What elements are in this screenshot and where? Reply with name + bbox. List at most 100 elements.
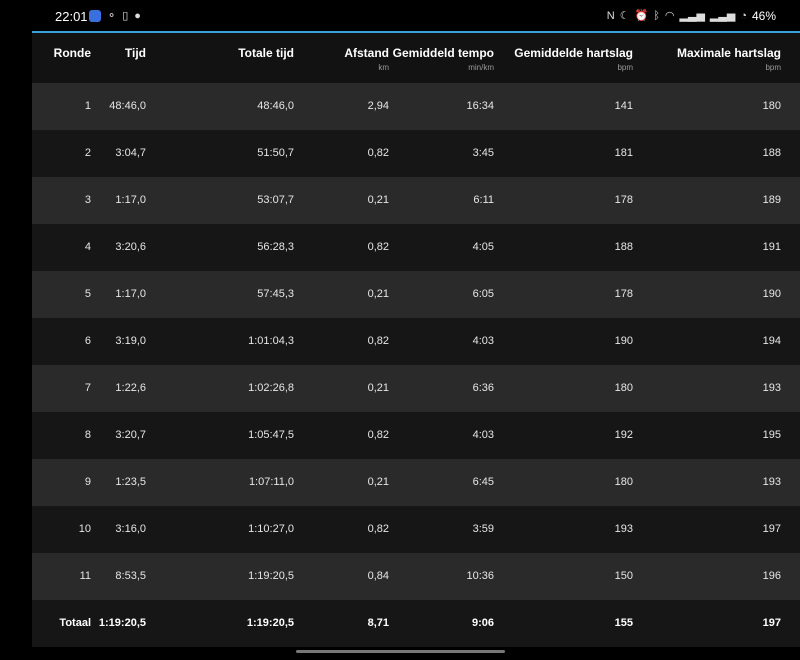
column-header-gemiddeld-tempo: Gemiddeld tempo (392, 46, 494, 60)
cell-maximale-hartslag: 193 (762, 476, 781, 488)
cell-tijd: 1:17,0 (115, 288, 146, 300)
cell-afstand: 0,82 (367, 147, 389, 159)
cell-gemiddeld-tempo: 6:05 (472, 288, 494, 300)
status-time: 22:01 (55, 9, 88, 24)
cell-totale-tijd: 1:01:04,3 (248, 335, 294, 347)
cell-ronde: 10 (78, 523, 91, 535)
cell-maximale-hartslag: 180 (762, 100, 781, 112)
table-row[interactable]: 5 1:17,0 57:45,3 0,21 6:05 178 190 (32, 271, 800, 318)
alarm-icon: ⏰ (634, 10, 649, 22)
cell-gemiddeld-tempo: 3:59 (472, 523, 494, 535)
cell-tijd: 3:16,0 (115, 523, 146, 535)
home-indicator[interactable] (296, 650, 505, 653)
column-header-gemiddelde-hartslag: Gemiddelde hartslag (514, 46, 633, 60)
battery-icon: ◔ (740, 10, 747, 22)
cell-gemiddelde-hartslag: 150 (614, 570, 633, 582)
cell-tijd: 1:17,0 (115, 194, 146, 206)
cell-tijd: 8:53,5 (115, 570, 146, 582)
battery-percentage: 46% (751, 9, 776, 23)
cell-gemiddeld-tempo: 6:45 (472, 476, 494, 488)
cell-gemiddeld-tempo: 6:36 (472, 382, 494, 394)
table-row[interactable]: 11 8:53,5 1:19:20,5 0,84 10:36 150 196 (32, 553, 800, 600)
cell-tijd: 3:04,7 (115, 147, 146, 159)
table-row[interactable]: 4 3:20,6 56:28,3 0,82 4:05 188 191 (32, 224, 800, 271)
cell-afstand: 0,82 (367, 429, 389, 441)
cell-gemiddeld-tempo: 3:45 (472, 147, 494, 159)
cell-afstand: 0,21 (367, 194, 389, 206)
column-unit-afstand: km (378, 63, 389, 72)
cell-afstand: 0,82 (367, 241, 389, 253)
cell-ronde: Totaal (59, 617, 91, 629)
status-right-icons: N ☾ ⏰ ᛒ ◠ ▂▃▅ ▂▃▅ ◔ 46% (607, 9, 776, 23)
cell-maximale-hartslag: 188 (762, 147, 781, 159)
status-left-icons: ⚬ ▯ ● (89, 10, 141, 22)
table-row[interactable]: 7 1:22,6 1:02:26,8 0,21 6:36 180 193 (32, 365, 800, 412)
cell-gemiddelde-hartslag: 155 (614, 617, 633, 629)
cell-totale-tijd: 1:02:26,8 (248, 382, 294, 394)
table-row[interactable]: 8 3:20,7 1:05:47,5 0,82 4:03 192 195 (32, 412, 800, 459)
cell-ronde: 3 (84, 194, 91, 206)
cell-ronde: 1 (84, 100, 91, 112)
cell-tijd: 1:19:20,5 (98, 617, 146, 629)
column-header-tijd: Tijd (124, 46, 146, 60)
cell-totale-tijd: 1:07:11,0 (248, 476, 294, 488)
table-row[interactable]: 2 3:04,7 51:50,7 0,82 3:45 181 188 (32, 130, 800, 177)
cell-totale-tijd: 1:19:20,5 (248, 570, 294, 582)
cell-tijd: 3:20,7 (115, 429, 146, 441)
column-header-afstand: Afstand (344, 46, 389, 60)
cell-totale-tijd: 1:05:47,5 (248, 429, 294, 441)
cell-totale-tijd: 48:46,0 (257, 100, 294, 112)
cell-afstand: 0,21 (367, 476, 389, 488)
bluetooth-icon: ᛒ (653, 10, 660, 22)
cell-gemiddeld-tempo: 4:05 (472, 241, 494, 253)
cell-maximale-hartslag: 195 (762, 429, 781, 441)
cell-gemiddelde-hartslag: 192 (614, 429, 633, 441)
cell-afstand: 8,71 (367, 617, 389, 629)
cell-gemiddelde-hartslag: 178 (614, 194, 633, 206)
cell-maximale-hartslag: 190 (762, 288, 781, 300)
cell-gemiddeld-tempo: 9:06 (471, 617, 494, 629)
cell-maximale-hartslag: 197 (762, 617, 781, 629)
status-bar: 22:01 ⚬ ▯ ● N ☾ ⏰ ᛒ ◠ ▂▃▅ ▂▃▅ ◔ 46% (0, 0, 800, 32)
table-row[interactable]: 1 48:46,0 48:46,0 2,94 16:34 141 180 (32, 83, 800, 130)
cell-ronde: 5 (84, 288, 91, 300)
cell-gemiddeld-tempo: 4:03 (472, 429, 494, 441)
cell-totale-tijd: 53:07,7 (257, 194, 294, 206)
cell-afstand: 0,21 (367, 288, 389, 300)
table-row[interactable]: 3 1:17,0 53:07,7 0,21 6:11 178 189 (32, 177, 800, 224)
cell-afstand: 2,94 (367, 100, 389, 112)
cell-gemiddelde-hartslag: 190 (614, 335, 633, 347)
cell-ronde: 11 (79, 570, 91, 582)
cell-gemiddelde-hartslag: 141 (614, 100, 633, 112)
cell-ronde: 8 (84, 429, 91, 441)
cell-gemiddelde-hartslag: 180 (614, 382, 633, 394)
cell-tijd: 3:20,6 (115, 241, 146, 253)
laps-screen: Ronde Tijd Totale tijd Afstand km Gemiddeld t… (32, 31, 800, 647)
column-header-totale-tijd: Totale tijd (238, 46, 294, 60)
cell-ronde: 6 (84, 335, 91, 347)
cell-afstand: 0,21 (367, 382, 389, 394)
cell-ronde: 7 (84, 382, 91, 394)
cell-tijd: 1:22,6 (115, 382, 146, 394)
battery-saver-icon: ▯ (122, 10, 129, 22)
nfc-icon: N (606, 10, 615, 22)
table-row[interactable]: 10 3:16,0 1:10:27,0 0,82 3:59 193 197 (32, 506, 800, 553)
cell-gemiddeld-tempo: 16:34 (466, 100, 494, 112)
cell-gemiddelde-hartslag: 193 (614, 523, 633, 535)
table-row[interactable]: 9 1:23,5 1:07:11,0 0,21 6:45 180 193 (32, 459, 800, 506)
cell-afstand: 0,82 (367, 523, 389, 535)
signal-icon: ▂▃▅ (679, 10, 705, 22)
column-unit-gemiddeld-tempo: min/km (468, 63, 494, 72)
column-unit-gemiddelde-hartslag: bpm (617, 63, 633, 72)
table-row[interactable]: 6 3:19,0 1:01:04,3 0,82 4:03 190 194 (32, 318, 800, 365)
cell-maximale-hartslag: 189 (762, 194, 781, 206)
cell-maximale-hartslag: 191 (762, 241, 781, 253)
cell-tijd: 48:46,0 (109, 100, 146, 112)
interaction-icon: ⚬ (107, 10, 117, 22)
total-row[interactable]: Totaal 1:19:20,5 1:19:20,5 8,71 9:06 155 197 (32, 600, 800, 647)
cell-gemiddeld-tempo: 6:11 (473, 194, 494, 206)
cell-totale-tijd: 57:45,3 (257, 288, 294, 300)
table-header: Ronde Tijd Totale tijd Afstand km Gemiddeld t… (32, 33, 800, 83)
cell-maximale-hartslag: 197 (762, 523, 781, 535)
do-not-disturb-icon: ☾ (619, 10, 630, 22)
